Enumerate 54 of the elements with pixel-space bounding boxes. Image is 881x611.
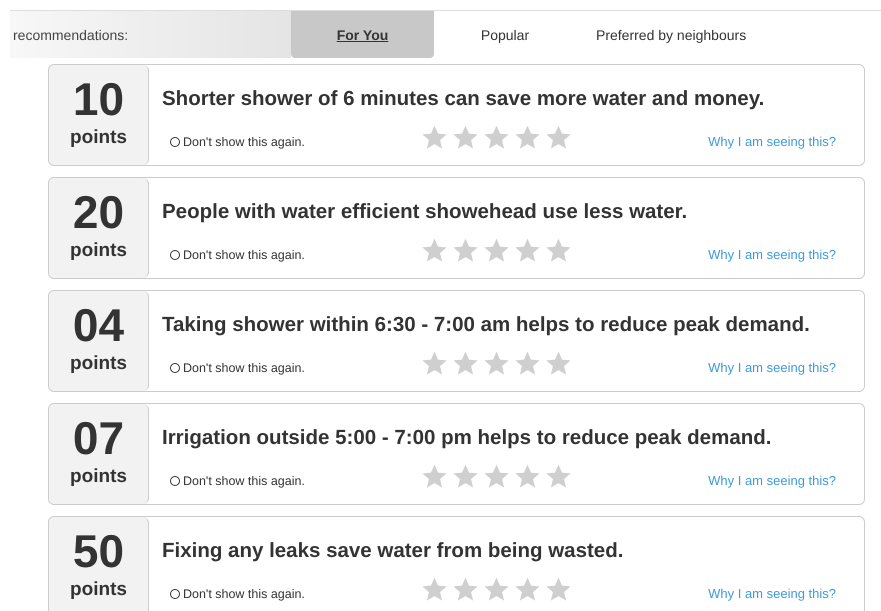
points-label: points xyxy=(70,127,127,149)
star-icon[interactable] xyxy=(453,125,478,149)
points-value: 10 xyxy=(72,73,124,125)
star-icon[interactable] xyxy=(484,125,509,149)
star-icon[interactable] xyxy=(515,238,540,262)
star-icon[interactable] xyxy=(422,464,447,488)
radio-button[interactable] xyxy=(170,476,180,486)
header-label: recommendations: xyxy=(12,26,128,42)
radio-button[interactable] xyxy=(170,250,180,260)
star-icon[interactable] xyxy=(453,351,478,375)
star-icon[interactable] xyxy=(422,125,447,149)
points-label: points xyxy=(70,240,127,262)
tab[interactable]: Popular xyxy=(434,11,576,58)
star-icon[interactable] xyxy=(546,238,571,262)
star-icon[interactable] xyxy=(453,238,478,262)
star-icon[interactable] xyxy=(484,238,509,262)
star-icon[interactable] xyxy=(546,125,571,149)
points-value: 50 xyxy=(72,525,124,577)
star-icon[interactable] xyxy=(422,577,447,601)
points-value: 04 xyxy=(72,299,124,351)
dismiss-label[interactable]: Don't show this again. xyxy=(183,474,305,488)
star-icon[interactable] xyxy=(515,464,540,488)
star-icon[interactable] xyxy=(484,351,509,375)
star-icon[interactable] xyxy=(546,351,571,375)
star-icon[interactable] xyxy=(484,464,509,488)
tip-title: Irrigation outside 5:00 - 7:00 pm helps to reduce peak demand. xyxy=(162,426,772,450)
tip-title: Shorter shower of 6 minutes can save more water and money. xyxy=(162,87,766,111)
radio-button[interactable] xyxy=(170,363,180,373)
star-icon[interactable] xyxy=(546,577,571,601)
star-icon[interactable] xyxy=(453,577,478,601)
star-icon[interactable] xyxy=(422,238,447,262)
dismiss-label[interactable]: Don't show this again. xyxy=(183,361,305,375)
tab[interactable]: For You xyxy=(291,11,434,58)
star-icon[interactable] xyxy=(422,351,447,375)
star-icon[interactable] xyxy=(515,125,540,149)
star-icon[interactable] xyxy=(484,577,509,601)
star-icon[interactable] xyxy=(546,464,571,488)
points-label: points xyxy=(70,579,127,601)
tip-title: Fixing any leaks save water from being wasted. xyxy=(162,539,624,563)
tab[interactable]: Preferred by neighbours xyxy=(576,11,766,58)
points-value: 07 xyxy=(72,412,124,464)
radio-button[interactable] xyxy=(170,137,180,147)
dismiss-label[interactable]: Don't show this again. xyxy=(183,587,305,601)
star-icon[interactable] xyxy=(515,577,540,601)
dismiss-label[interactable]: Don't show this again. xyxy=(183,135,305,149)
dismiss-label[interactable]: Don't show this again. xyxy=(183,248,305,262)
star-icon[interactable] xyxy=(453,464,478,488)
tip-title: People with water efficient showehead use less water. xyxy=(162,200,688,224)
star-icon[interactable] xyxy=(515,351,540,375)
points-value: 20 xyxy=(72,186,124,238)
tip-title: Taking shower within 6:30 - 7:00 am helps to reduce peak demand. xyxy=(162,313,811,337)
points-label: points xyxy=(70,353,127,375)
points-label: points xyxy=(70,466,127,488)
radio-button[interactable] xyxy=(170,589,180,599)
